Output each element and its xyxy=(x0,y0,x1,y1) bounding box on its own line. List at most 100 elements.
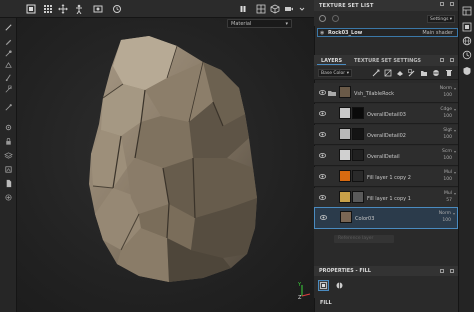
picker-icon[interactable] xyxy=(3,102,14,113)
polygon-fill-icon[interactable] xyxy=(3,60,14,71)
channel-select[interactable]: Base Color ▾ xyxy=(318,69,352,77)
layer-thumbnail xyxy=(339,86,351,98)
properties-header: PROPERTIES - FILL xyxy=(314,266,458,276)
material-tab-icon[interactable] xyxy=(334,280,345,291)
document-icon[interactable] xyxy=(3,178,14,189)
layer-row[interactable]: OverallDetail02 Slgt 100 ▾ xyxy=(314,125,458,145)
camera-icon[interactable] xyxy=(93,4,103,14)
eye-icon[interactable] xyxy=(319,153,326,158)
menu-icon[interactable] xyxy=(26,4,36,14)
layer-row[interactable]: Fill layer 1 copy 2 Mul 100 ▾ xyxy=(314,167,458,187)
add-mask-icon[interactable] xyxy=(384,69,392,77)
video-icon[interactable] xyxy=(284,4,294,14)
properties-tabs xyxy=(314,276,458,298)
texture-set-list-title: TEXTURE SET LIST xyxy=(319,3,374,9)
layer-blend[interactable]: Mul 57 xyxy=(444,190,452,204)
eye-icon[interactable] xyxy=(320,215,327,220)
add-effect-icon[interactable] xyxy=(372,69,380,77)
panel-controls xyxy=(440,2,454,6)
eye-icon[interactable] xyxy=(319,195,326,200)
settings-dropdown[interactable]: Settings ▾ xyxy=(427,15,455,23)
layer-row[interactable]: Fill layer 1 copy 1 Mul 57 ▾ xyxy=(314,188,458,208)
layer-row[interactable]: OverallDetail Scrn 100 ▾ xyxy=(314,146,458,166)
eye-icon[interactable] xyxy=(319,111,326,116)
layer-blend[interactable]: Scrn 100 xyxy=(442,148,452,162)
properties-panel-controls xyxy=(440,269,454,273)
layer-blend[interactable]: Mul 100 xyxy=(443,169,452,183)
delete-layer-icon[interactable] xyxy=(445,69,453,77)
eye-toggle-icon[interactable] xyxy=(319,15,326,22)
clock-icon[interactable] xyxy=(462,50,472,60)
brush-icon[interactable] xyxy=(3,22,14,33)
figure-icon[interactable] xyxy=(74,4,84,14)
layer-thumbnail xyxy=(340,211,352,223)
globe-icon[interactable] xyxy=(462,36,472,46)
eye-icon[interactable] xyxy=(319,132,326,137)
shield-icon[interactable] xyxy=(462,66,472,76)
grid-icon[interactable] xyxy=(43,4,53,14)
layer-name: OverallDetail03 xyxy=(367,112,406,118)
layers-empty-area: Reference layer xyxy=(314,229,458,266)
layer-opacity: 100 xyxy=(443,135,452,140)
move-icon[interactable] xyxy=(58,4,68,14)
layers-icon[interactable] xyxy=(462,22,472,32)
add-folder-icon[interactable] xyxy=(420,69,428,77)
close-icon[interactable] xyxy=(450,2,454,6)
layer-blend[interactable]: Norm 100 xyxy=(440,85,452,99)
eye-icon[interactable] xyxy=(319,174,326,179)
texture-set-row[interactable]: ◉ Rock03_Low Main shader xyxy=(317,28,458,37)
lock-icon[interactable] xyxy=(3,136,14,147)
settings-icon[interactable] xyxy=(3,122,14,133)
layer-opacity: 100 xyxy=(443,114,452,119)
cube-view-icon[interactable] xyxy=(270,4,280,14)
layers-panel-controls xyxy=(440,58,454,62)
channel-select-value: Base Color xyxy=(321,71,346,76)
eye-icon[interactable] xyxy=(319,90,326,95)
maximize-icon[interactable] xyxy=(440,269,444,273)
axis-gizmo: Y Z xyxy=(296,280,314,301)
solo-icon[interactable] xyxy=(332,15,339,22)
close-icon[interactable] xyxy=(450,269,454,273)
layers-toolbar: Base Color ▾ xyxy=(314,66,458,80)
grid-view-icon[interactable] xyxy=(256,4,266,14)
display-icon[interactable] xyxy=(3,164,14,175)
chevron-down-icon: ▾ xyxy=(453,191,456,196)
blend-mode: Mul xyxy=(444,191,452,196)
maximize-icon[interactable] xyxy=(440,58,444,62)
layer-row[interactable]: Vsh_TilableRock Norm 100 ▾ xyxy=(314,83,458,103)
fill-tab-icon[interactable] xyxy=(318,280,329,291)
eraser-icon[interactable] xyxy=(3,36,14,47)
layer-blend[interactable]: Norm 100 xyxy=(439,210,451,224)
clone-icon[interactable] xyxy=(3,84,14,95)
3d-viewport[interactable] xyxy=(17,18,314,312)
material-select-value: Material xyxy=(231,21,252,27)
instance-icon[interactable] xyxy=(432,69,440,77)
maximize-icon[interactable] xyxy=(440,2,444,6)
material-select[interactable]: Material ▾ xyxy=(227,19,292,28)
tab-texture-set-settings[interactable]: TEXTURE SET SETTINGS xyxy=(350,56,425,65)
layer-blend[interactable]: Cdge 100 xyxy=(440,106,452,120)
export-icon[interactable] xyxy=(3,192,14,203)
dropdown-icon[interactable] xyxy=(297,4,307,14)
settings-label: Settings xyxy=(430,17,449,22)
pause-icon[interactable] xyxy=(238,4,248,14)
add-paint-layer-icon[interactable] xyxy=(408,69,416,77)
smudge-icon[interactable] xyxy=(3,72,14,83)
rock-model xyxy=(89,36,257,282)
blend-mode: Mul xyxy=(444,170,452,175)
left-tool-bar xyxy=(0,18,17,312)
layer-name: Vsh_TilableRock xyxy=(354,91,395,97)
add-fill-layer-icon[interactable] xyxy=(396,69,404,77)
close-icon[interactable] xyxy=(450,58,454,62)
layers-stack-icon[interactable] xyxy=(3,150,14,161)
texture-set-toolbar: Settings ▾ xyxy=(314,11,458,26)
layer-blend[interactable]: Slgt 100 xyxy=(443,127,452,141)
layer-opacity: 57 xyxy=(446,198,452,203)
layer-row-selected[interactable]: Color03 Norm 100 ▾ xyxy=(314,207,458,229)
eye-icon[interactable]: ◉ xyxy=(320,30,324,36)
projection-icon[interactable] xyxy=(3,48,14,59)
shelf-icon[interactable] xyxy=(462,6,472,16)
layer-row[interactable]: OverallDetail03 Cdge 100 ▾ xyxy=(314,104,458,124)
tab-layers[interactable]: LAYERS xyxy=(317,56,347,65)
history-icon[interactable] xyxy=(112,4,122,14)
